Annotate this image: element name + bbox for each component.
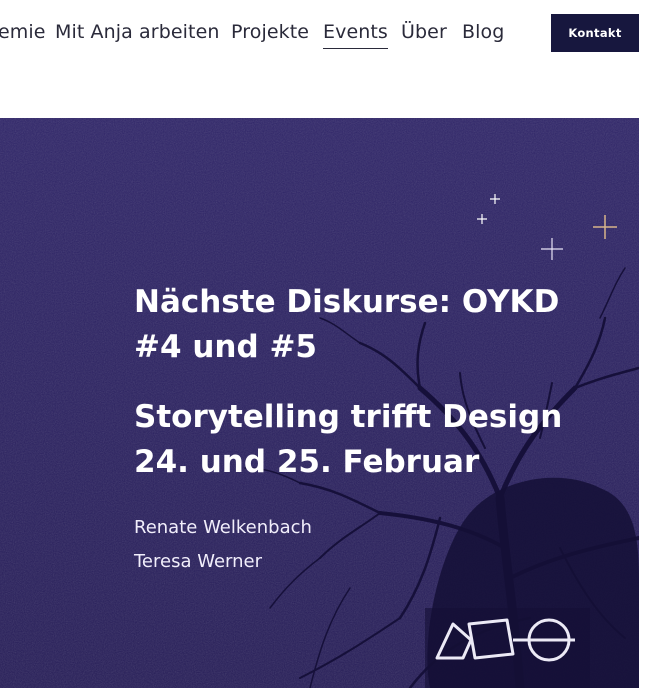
hero-title: Nächste Diskurse: OYKD #4 und #5 [134, 284, 560, 365]
geometric-shapes-logo-icon [425, 608, 590, 688]
hero-banner: Nächste Diskurse: OYKD #4 und #5 Storyte… [0, 118, 639, 688]
nav-item-ueber[interactable]: Über [401, 19, 447, 45]
top-navigation: emie Mit Anja arbeiten Projekte Events Ü… [0, 0, 658, 118]
speaker-name: Renate Welkenbach [134, 517, 312, 538]
nav-item-projekte[interactable]: Projekte [231, 19, 309, 45]
speaker-name: Teresa Werner [134, 551, 263, 572]
nav-item-mit-anja-arbeiten[interactable]: Mit Anja arbeiten [55, 19, 220, 45]
nav-item-blog[interactable]: Blog [462, 19, 504, 45]
nav-item-events[interactable]: Events [323, 19, 388, 49]
contact-button[interactable]: Kontakt [551, 14, 639, 52]
hero-subtitle: Storytelling trifft Design 24. und 25. F… [134, 399, 563, 480]
nav-item-akademie[interactable]: emie [0, 19, 46, 45]
